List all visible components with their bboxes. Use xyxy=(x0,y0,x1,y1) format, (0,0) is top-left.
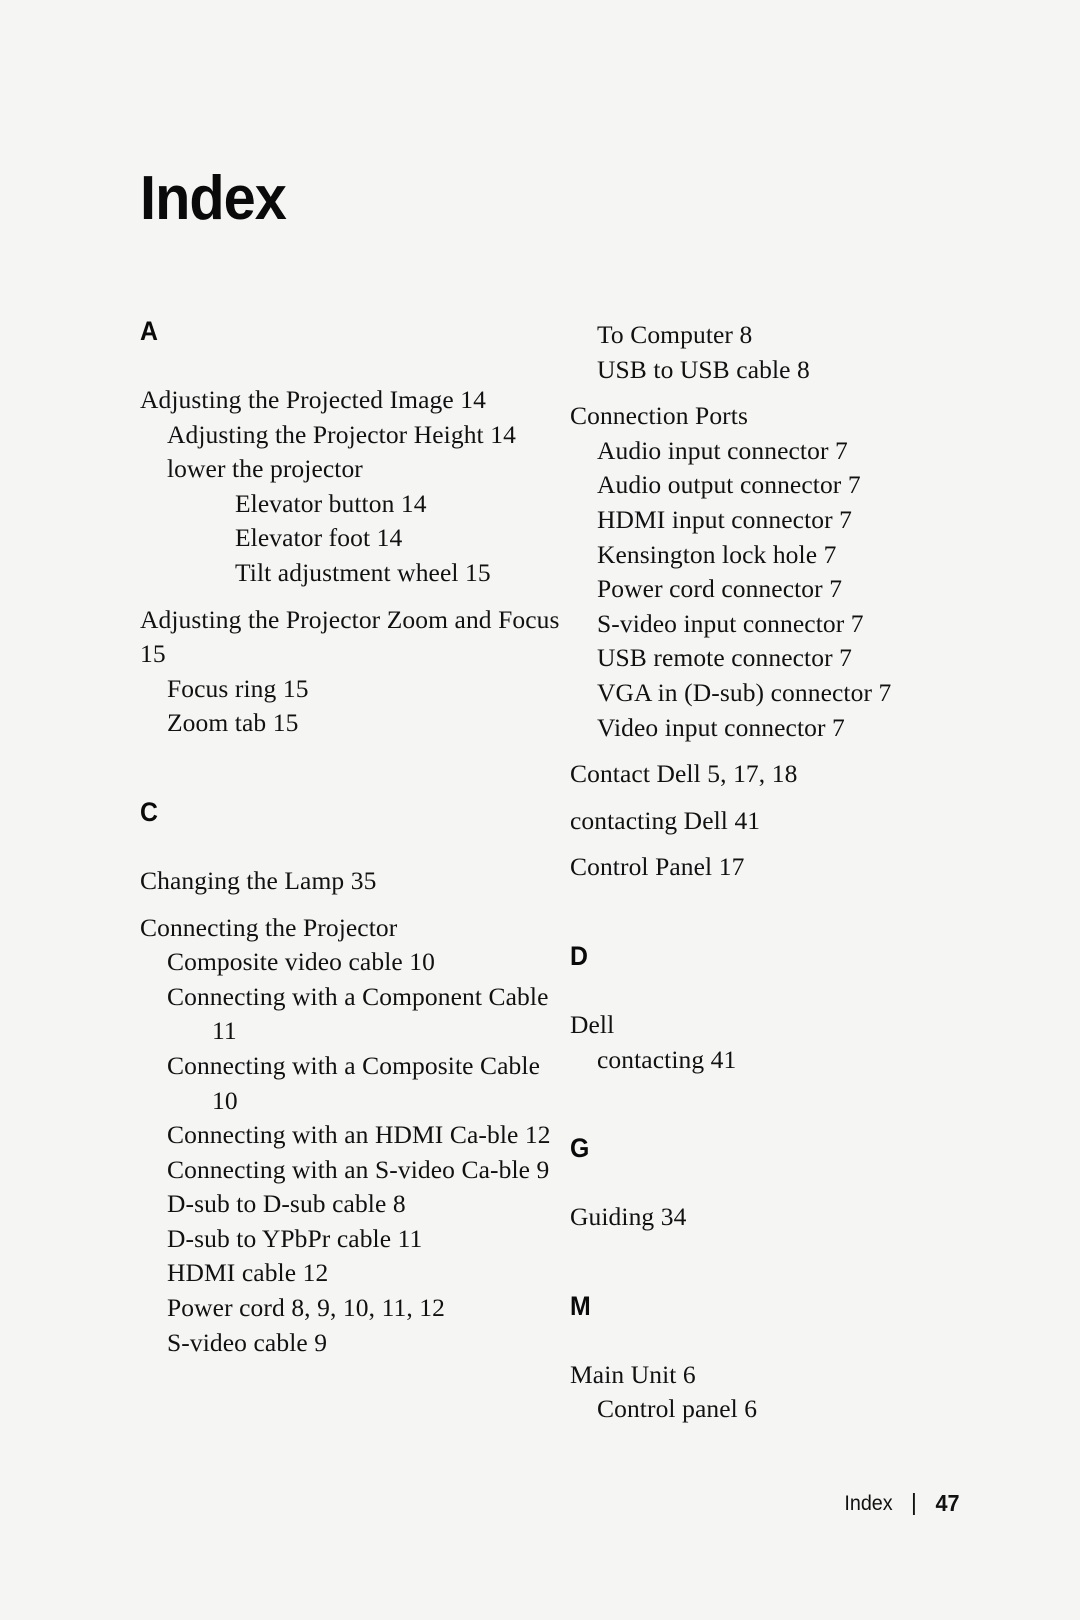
index-entry: Connection Ports xyxy=(570,401,748,431)
index-entry: Kensington lock hole 7 xyxy=(597,539,837,569)
letter-spacer xyxy=(570,970,1000,996)
index-entry: HDMI cable 12 xyxy=(167,1258,329,1288)
letter-spacer xyxy=(140,345,570,371)
footer-page-number: 47 xyxy=(935,1490,960,1516)
index-columns: A Adjusting the Projected Image 14 Adjusti… xyxy=(0,318,1080,1427)
index-entry: Audio output connector 7 xyxy=(597,470,861,500)
index-entry: Connecting with an HDMI Ca-ble 12 xyxy=(167,1120,551,1150)
index-entry: Guiding 34 xyxy=(570,1202,687,1232)
index-entry: Adjusting the Projected Image 14 xyxy=(140,385,486,414)
index-entry: Connecting the Projector xyxy=(140,912,398,942)
index-entry: Zoom tab 15 xyxy=(167,708,299,738)
footer-separator-rule xyxy=(913,1492,916,1515)
index-entry: Contact Dell 5, 17, 18 xyxy=(570,759,798,789)
index-entry: Power cord connector 7 xyxy=(597,574,843,604)
index-entry: Adjusting the Projector Zoom and Focus 1… xyxy=(140,604,560,669)
index-entry: Elevator foot 14 xyxy=(235,523,403,553)
index-entry: Focus ring 15 xyxy=(167,673,309,703)
index-entry: Power cord 8, 9, 10, 11, 12 xyxy=(167,1293,445,1323)
index-entry: S-video input connector 7 xyxy=(597,608,864,638)
index-entry: lower the projector xyxy=(167,454,363,484)
index-page: Index A Adjusting the Projected Image 14 A… xyxy=(0,0,1080,1620)
index-entry: Elevator button 14 xyxy=(235,488,427,518)
index-entry: Changing the Lamp 35 xyxy=(140,865,377,895)
footer-label: Index xyxy=(844,1491,894,1515)
index-entry: Dell xyxy=(570,1009,615,1039)
left-column: A Adjusting the Projected Image 14 Adjusti… xyxy=(140,318,570,1360)
right-column: To Computer 8 USB to USB cable 8 Connectio… xyxy=(570,318,1000,1427)
index-entry: Connecting with a Composite Cable 10 xyxy=(167,1050,540,1115)
index-entry: USB to USB cable 8 xyxy=(597,354,810,384)
section-letter-m: M xyxy=(570,1290,591,1321)
section-letter-d: D xyxy=(570,940,588,971)
page-footer: Index 47 xyxy=(845,1490,960,1517)
letter-spacer xyxy=(570,1320,1000,1346)
letter-spacer xyxy=(570,1162,1000,1188)
index-entry: Tilt adjustment wheel 15 xyxy=(235,557,491,587)
index-entry: Control Panel 17 xyxy=(570,852,745,882)
index-entry: USB remote connector 7 xyxy=(597,643,853,673)
index-entry: D-sub to YPbPr cable 11 xyxy=(167,1223,423,1253)
index-entry: contacting 41 xyxy=(597,1044,737,1074)
index-entry: Main Unit 6 xyxy=(570,1359,696,1389)
index-entry: contacting Dell 41 xyxy=(570,805,761,835)
index-entry: Video input connector 7 xyxy=(597,712,845,742)
index-entry: To Computer 8 xyxy=(597,320,753,349)
index-entry: Composite video cable 10 xyxy=(167,947,435,977)
section-letter-c: C xyxy=(140,796,158,827)
index-entry: Adjusting the Projector Height 14 xyxy=(167,419,516,449)
letter-spacer xyxy=(140,826,570,852)
index-entry: Connecting with a Component Cable 11 xyxy=(167,981,549,1046)
index-entry: VGA in (D-sub) connector 7 xyxy=(597,677,892,707)
index-entry: Control panel 6 xyxy=(597,1394,758,1424)
index-entry: S-video cable 9 xyxy=(167,1327,328,1357)
page-title: Index xyxy=(140,164,287,233)
index-entry: D-sub to D-sub cable 8 xyxy=(167,1189,406,1219)
index-entry: Connecting with an S-video Ca-ble 9 xyxy=(167,1154,550,1184)
section-letter-a: A xyxy=(140,316,158,346)
index-entry: HDMI input connector 7 xyxy=(597,504,853,534)
index-entry: Audio input connector 7 xyxy=(597,435,848,465)
section-letter-g: G xyxy=(570,1133,590,1164)
